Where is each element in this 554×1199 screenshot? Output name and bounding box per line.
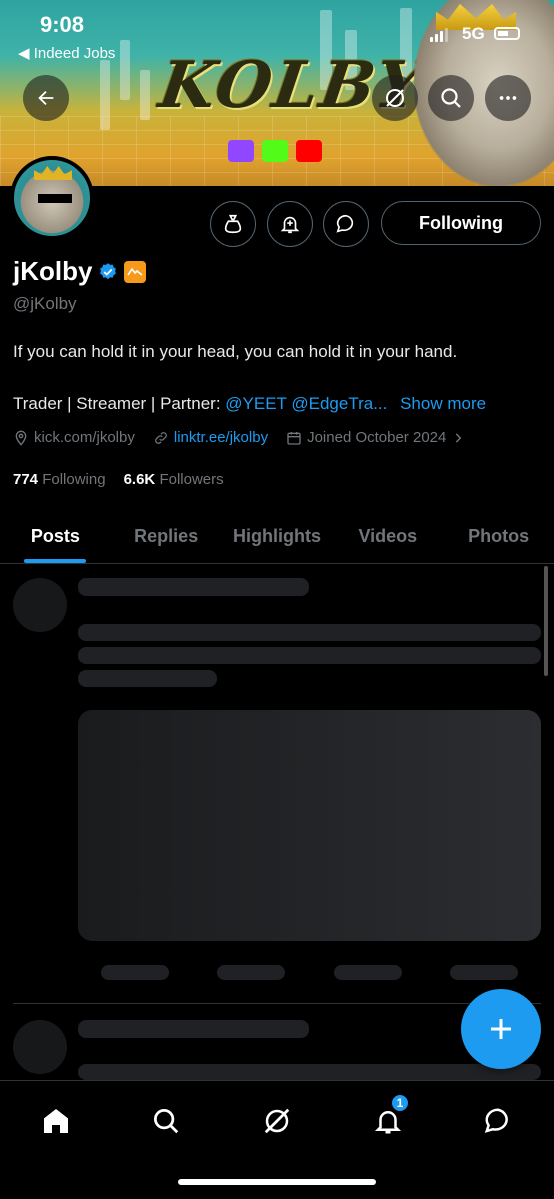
back-arrow-icon <box>38 90 54 106</box>
location-text: kick.com/jkolby <box>34 429 135 446</box>
avatar[interactable] <box>10 156 94 240</box>
signal-icon <box>430 28 448 42</box>
affiliate-badge-icon[interactable] <box>124 260 147 283</box>
following-button[interactable]: Following <box>381 201 541 245</box>
mail-icon <box>484 1108 508 1133</box>
battery-icon <box>494 27 520 40</box>
skeleton-action <box>217 965 285 980</box>
website-link[interactable]: linktr.ee/jkolby <box>174 429 268 446</box>
bio-prefix: Trader | Streamer | Partner: <box>13 394 221 413</box>
calendar-icon <box>287 431 301 445</box>
tip-button[interactable] <box>210 201 256 247</box>
following-label: Following <box>42 471 106 488</box>
skeleton-action <box>101 965 169 980</box>
skeleton-avatar <box>13 1020 67 1074</box>
show-more-link[interactable]: Show more <box>400 394 486 413</box>
profile-handle: @jKolby <box>13 294 77 313</box>
website-item[interactable]: linktr.ee/jkolby <box>153 429 268 446</box>
network-label: 5G <box>462 24 485 43</box>
more-icon <box>499 96 517 100</box>
more-button[interactable] <box>485 75 531 121</box>
location-icon <box>15 430 27 446</box>
following-stat[interactable]: 774 Following <box>13 471 106 488</box>
chevron-right-icon <box>456 432 462 443</box>
banner-candle <box>140 70 150 120</box>
search-button[interactable] <box>428 75 474 121</box>
location-item: kick.com/jkolby <box>13 429 135 446</box>
kick-icon <box>262 140 288 162</box>
search-icon <box>441 88 461 108</box>
bell-add-icon <box>280 216 300 234</box>
tab-highlights[interactable]: Highlights <box>222 510 333 563</box>
verified-icon[interactable] <box>98 262 118 282</box>
nav-grok[interactable] <box>257 1101 297 1141</box>
profile-tabs: Posts Replies Highlights Videos Photos <box>0 510 554 564</box>
crown-icon <box>34 166 72 180</box>
plus-icon <box>491 1019 511 1039</box>
skeleton-line <box>78 1020 309 1038</box>
nav-home[interactable] <box>36 1101 76 1141</box>
profile-stats: 774 Following 6.6K Followers <box>13 471 224 488</box>
skeleton-avatar <box>13 578 67 632</box>
money-bag-icon <box>224 214 242 234</box>
scrollbar[interactable] <box>544 566 548 676</box>
following-count: 774 <box>13 471 39 488</box>
name-row: jKolby <box>13 256 147 287</box>
sunglasses-icon <box>38 194 72 203</box>
link-icon <box>154 431 167 444</box>
skeleton-line <box>78 578 309 596</box>
tab-replies[interactable]: Replies <box>111 510 222 563</box>
tab-videos[interactable]: Videos <box>332 510 443 563</box>
banner-logos <box>228 140 322 162</box>
nav-messages[interactable] <box>478 1101 518 1141</box>
back-button[interactable] <box>23 75 69 121</box>
profile-name: jKolby <box>13 256 93 286</box>
followers-stat[interactable]: 6.6K Followers <box>124 471 224 488</box>
skeleton-line <box>78 647 541 664</box>
status-bar: 9:08 ◀ Indeed Jobs 5G <box>0 0 554 70</box>
nav-explore[interactable] <box>146 1101 186 1141</box>
grok-icon <box>386 89 404 107</box>
joined-item[interactable]: Joined October 2024 <box>286 429 465 446</box>
joined-text: Joined October 2024 <box>307 429 447 446</box>
followers-count: 6.6K <box>123 471 156 488</box>
home-indicator <box>178 1179 376 1185</box>
explore-icon <box>154 1109 179 1134</box>
followers-label: Followers <box>159 471 224 488</box>
notification-badge: 1 <box>390 1093 410 1113</box>
message-icon <box>336 214 354 233</box>
skeleton-line <box>78 1064 541 1080</box>
message-button[interactable] <box>323 201 369 247</box>
bio-mentions[interactable]: @YEET @EdgeTra... <box>225 394 387 413</box>
skeleton-line <box>78 670 217 687</box>
notify-button[interactable] <box>267 201 313 247</box>
status-time: 9:08 <box>40 12 85 37</box>
skeleton-media <box>78 710 541 941</box>
tab-photos[interactable]: Photos <box>443 510 554 563</box>
back-to-app[interactable]: ◀ Indeed Jobs <box>18 44 115 62</box>
home-icon <box>44 1109 68 1133</box>
skeleton-line <box>78 624 541 641</box>
bio-line-1: If you can hold it in your head, you can… <box>13 342 458 361</box>
nav-notifications[interactable]: 1 <box>368 1093 410 1141</box>
skeleton-action <box>450 965 518 980</box>
feed-divider <box>13 1003 541 1004</box>
grok-icon <box>264 1108 290 1134</box>
youtube-icon <box>296 140 322 162</box>
twitch-icon <box>228 140 254 162</box>
grok-button[interactable] <box>372 75 418 121</box>
profile-meta: kick.com/jkolby linktr.ee/jkolby Joined … <box>13 429 465 446</box>
compose-button[interactable] <box>461 989 541 1069</box>
tab-posts[interactable]: Posts <box>0 510 111 563</box>
skeleton-action <box>334 965 402 980</box>
bio-line-2: Trader | Streamer | Partner: @YEET @Edge… <box>13 394 486 414</box>
